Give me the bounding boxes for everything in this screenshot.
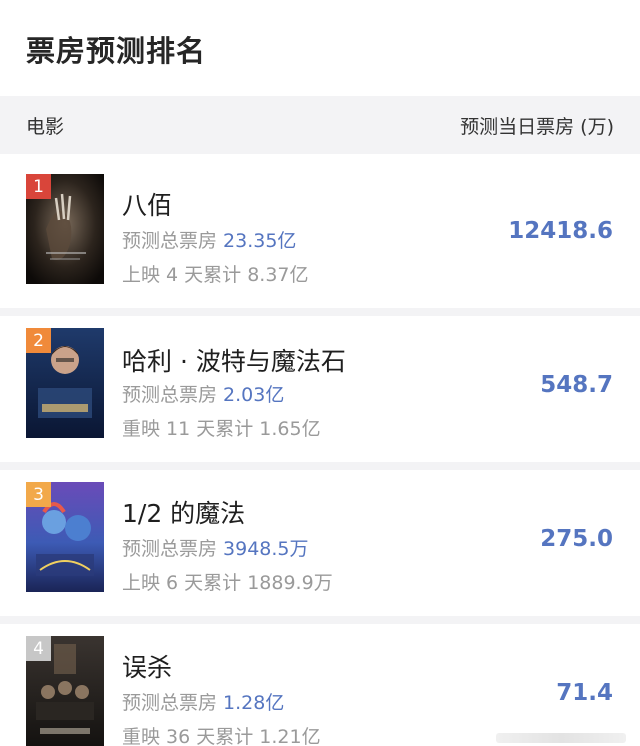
movie-title[interactable]: 误杀 bbox=[122, 648, 172, 684]
poster-image[interactable]: 1 bbox=[26, 174, 104, 284]
movie-title[interactable]: 哈利 · 波特与魔法石 bbox=[122, 342, 346, 378]
table-header: 电影 预测当日票房 (万) bbox=[0, 96, 640, 154]
row-separator bbox=[0, 308, 640, 316]
daily-forecast-value: 275.0 bbox=[540, 526, 613, 552]
rank-badge: 3 bbox=[26, 482, 51, 507]
header-movie-label: 电影 bbox=[26, 115, 65, 138]
page-title: 票房预测排名 bbox=[26, 34, 207, 68]
rank-badge: 2 bbox=[26, 328, 51, 353]
movie-title[interactable]: 1/2 的魔法 bbox=[122, 494, 245, 530]
row-separator bbox=[0, 616, 640, 624]
forecast-total-label: 预测总票房 bbox=[122, 692, 218, 714]
forecast-total: 预测总票房 1.28亿 bbox=[122, 688, 284, 715]
daily-forecast-value: 12418.6 bbox=[508, 218, 613, 244]
poster-image[interactable]: 2 bbox=[26, 328, 104, 438]
row-separator bbox=[0, 462, 640, 470]
forecast-total: 预测总票房 2.03亿 bbox=[122, 380, 284, 407]
daily-forecast-value: 71.4 bbox=[556, 680, 613, 706]
cumulative-gross: 上映 4 天累计 8.37亿 bbox=[122, 264, 309, 286]
poster-image[interactable]: 3 bbox=[26, 482, 104, 592]
forecast-total: 预测总票房 23.35亿 bbox=[122, 226, 296, 253]
cumulative-gross: 重映 36 天累计 1.21亿 bbox=[122, 726, 321, 746]
forecast-total-value: 2.03亿 bbox=[223, 384, 285, 406]
movie-title[interactable]: 八佰 bbox=[122, 186, 172, 222]
forecast-total-label: 预测总票房 bbox=[122, 384, 218, 406]
forecast-total-value: 1.28亿 bbox=[223, 692, 285, 714]
header-daily-forecast-label: 预测当日票房 (万) bbox=[460, 115, 614, 138]
forecast-total-value: 23.35亿 bbox=[223, 230, 297, 252]
cumulative-gross: 重映 11 天累计 1.65亿 bbox=[122, 418, 321, 440]
forecast-total-label: 预测总票房 bbox=[122, 538, 218, 560]
rank-badge: 4 bbox=[26, 636, 51, 661]
forecast-total: 预测总票房 3948.5万 bbox=[122, 534, 309, 561]
cumulative-gross: 上映 6 天累计 1889.9万 bbox=[122, 572, 333, 594]
forecast-total-value: 3948.5万 bbox=[223, 538, 309, 560]
movie-row-3[interactable]: 3 1/2 的魔法 预测总票房 3948.5万 上映 6 天累计 1889.9万 … bbox=[0, 470, 640, 622]
forecast-total-label: 预测总票房 bbox=[122, 230, 218, 252]
watermark bbox=[496, 733, 626, 743]
movie-row-1[interactable]: 1 八佰 预测总票房 23.35亿 上映 4 天累计 8.37亿 12418.6 bbox=[0, 156, 640, 308]
daily-forecast-value: 548.7 bbox=[540, 372, 613, 398]
poster-image[interactable]: 4 bbox=[26, 636, 104, 746]
rank-badge: 1 bbox=[26, 174, 51, 199]
box-office-ranking-page: 票房预测排名 电影 预测当日票房 (万) 1 八佰 预测总票房 23.35亿 上… bbox=[0, 0, 640, 746]
movie-row-4[interactable]: 4 误杀 预测总票房 1.28亿 重映 36 天累计 1.21亿 71.4 bbox=[0, 624, 640, 746]
movie-row-2[interactable]: 2 哈利 · 波特与魔法石 预测总票房 2.03亿 重映 11 天累计 1.65亿… bbox=[0, 316, 640, 468]
